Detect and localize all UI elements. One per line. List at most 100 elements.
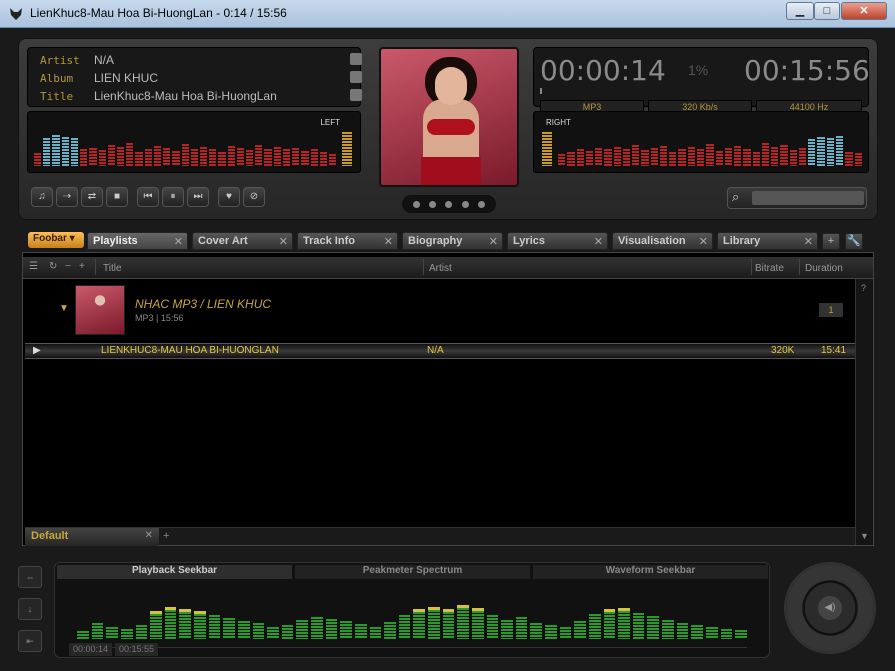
tab-label: Library [723, 235, 761, 247]
column-bitrate[interactable]: Bitrate [755, 263, 784, 274]
album-cover-art[interactable] [379, 47, 519, 187]
tab-label: Visualisation [618, 235, 686, 247]
collapse-triangle-icon[interactable]: ▼ [59, 303, 69, 314]
next-button[interactable]: ⏭ [187, 187, 209, 207]
tab-playback-seekbar[interactable]: Playback Seekbar [57, 565, 293, 579]
artist-icon[interactable] [350, 53, 362, 65]
tab-label: Biography [408, 235, 463, 247]
side-button-start[interactable]: ⇤ [18, 630, 42, 652]
tab-cover-art[interactable]: Cover Art ✕ [192, 232, 293, 250]
tab-close-icon[interactable]: ✕ [384, 235, 393, 248]
pause-button[interactable]: ⏸ [162, 187, 184, 207]
table-row[interactable]: ▶ LIENKHUC8-MAU HOA BI-HUONGLAN N/A 320K… [25, 343, 855, 359]
track-count-badge: 1 [819, 303, 843, 317]
tab-close-icon[interactable]: ✕ [804, 235, 813, 248]
ban-button[interactable]: ⊘ [243, 187, 265, 207]
shuffle-button[interactable]: ⇄ [81, 187, 103, 207]
column-artist[interactable]: Artist [429, 263, 452, 274]
title-bar: LienKhuc8-Mau Hoa Bi-HuongLan - 0:14 / 1… [0, 0, 895, 28]
left-spectrum: LEFT [27, 111, 361, 173]
group-title: NHAC MP3 / LIEN KHUC [135, 297, 272, 311]
playlist-group-header[interactable]: ▼ NHAC MP3 / LIEN KHUC MP3 | 15:56 1 [23, 281, 855, 341]
tab-waveform-seekbar[interactable]: Waveform Seekbar [533, 565, 769, 579]
refresh-icon[interactable]: ↻ [49, 261, 57, 272]
playlist-tab-default[interactable]: Default ✕ [25, 528, 159, 546]
expand-icon[interactable]: + [79, 261, 85, 272]
tab-biography[interactable]: Biography ✕ [402, 232, 503, 250]
tab-close-icon[interactable]: ✕ [594, 235, 603, 248]
group-subtitle: MP3 | 15:56 [135, 313, 184, 323]
elapsed-time: 00:00:14 [540, 54, 666, 87]
tab-close-icon[interactable]: ✕ [279, 235, 288, 248]
right-spectrum: RIGHT [533, 111, 869, 173]
cover-page-dots[interactable] [402, 195, 496, 213]
add-tab-button[interactable]: + [822, 233, 840, 250]
title-value: LienKhuc8-Mau Hoa Bi-HuongLan [94, 89, 277, 103]
love-button[interactable]: ♥ [218, 187, 240, 207]
playlist-tab-bar: Default ✕ + [25, 527, 855, 546]
order-button[interactable]: ⇢ [56, 187, 78, 207]
tab-label: Track Info [303, 235, 355, 247]
time-display: 00:00:14 1% 00:15:56 MP3 320 Kb/s 44100 … [533, 47, 870, 114]
tab-close-icon[interactable]: ✕ [699, 235, 708, 248]
left-vu-meter [342, 132, 352, 166]
menu-icon[interactable]: ☰ [29, 261, 38, 272]
right-spectrum-bars [558, 120, 862, 166]
maximize-button[interactable]: □ [814, 2, 840, 20]
close-button[interactable]: ✕ [841, 2, 887, 20]
tab-peakmeter-spectrum[interactable]: Peakmeter Spectrum [295, 565, 531, 579]
artist-value: N/A [94, 53, 115, 67]
playlist-scrollbar[interactable]: ? ▼ [855, 279, 873, 545]
tab-close-icon[interactable]: ✕ [174, 235, 183, 248]
tab-lyrics[interactable]: Lyrics ✕ [507, 232, 608, 250]
tab-close-icon[interactable]: ✕ [489, 235, 498, 248]
album-label: Album [40, 72, 74, 85]
now-playing-panel: Artist N/A Album LIEN KHUC Title LienKhu… [18, 38, 878, 220]
tab-playlists[interactable]: Playlists ✕ [87, 232, 188, 250]
tab-library[interactable]: Library ✕ [717, 232, 818, 250]
album-value: LIEN KHUC [94, 71, 159, 85]
title-icon[interactable] [350, 89, 362, 101]
track-title: LIENKHUC8-MAU HOA BI-HUONGLAN [101, 345, 279, 356]
progress-marker [540, 88, 542, 94]
artist-label: Artist [40, 54, 80, 67]
window-title: LienKhuc8-Mau Hoa Bi-HuongLan - 0:14 / 1… [30, 6, 287, 20]
group-thumbnail [75, 285, 125, 335]
column-title[interactable]: Title [103, 263, 122, 274]
column-duration[interactable]: Duration [805, 263, 843, 274]
side-button-down[interactable]: ↓ [18, 598, 42, 620]
seekbar-panel: Playback Seekbar Peakmeter Spectrum Wave… [54, 562, 770, 658]
playlist-tab-close-icon[interactable]: ✕ [145, 530, 153, 541]
seek-elapsed: 00:00:14 [69, 643, 113, 656]
play-indicator-icon: ▶ [33, 345, 41, 356]
foobar-app-icon [10, 8, 22, 20]
collapse-icon[interactable]: − [65, 261, 71, 272]
tab-track-info[interactable]: Track Info ✕ [297, 232, 398, 250]
search-icon[interactable]: ⌕ [732, 189, 739, 205]
playlist-tab-label: Default [31, 530, 69, 542]
scroll-down-icon[interactable]: ▼ [860, 531, 869, 541]
playlist-mode-button[interactable]: ♫ [31, 187, 53, 207]
add-playlist-icon[interactable]: + [163, 530, 169, 542]
title-label: Title [40, 90, 74, 103]
search-input[interactable] [752, 191, 864, 205]
album-icon[interactable] [350, 71, 362, 83]
wrench-icon[interactable]: 🔧 [845, 233, 863, 250]
side-button-swap[interactable]: ⇔ [18, 566, 42, 588]
stop-button[interactable]: ■ [106, 187, 128, 207]
seekbar-visualisation[interactable] [77, 599, 747, 639]
track-metadata: Artist N/A Album LIEN KHUC Title LienKhu… [27, 47, 362, 107]
left-spectrum-bars [34, 120, 337, 166]
seek-track[interactable] [77, 647, 747, 648]
previous-button[interactable]: ⏮ [137, 187, 159, 207]
search-box[interactable]: ⌕ [727, 187, 867, 209]
volume-knob[interactable]: ◀) [784, 562, 876, 654]
help-icon[interactable]: ? [861, 283, 866, 293]
playlist-header: ☰ ↻ − + Title Artist Bitrate Duration [23, 257, 873, 279]
total-time: 00:15:56 [744, 54, 870, 87]
transport-controls: ♫ ⇢ ⇄ ■ ⏮ ⏸ ⏭ ♥ ⊘ [31, 187, 265, 209]
tab-visualisation[interactable]: Visualisation ✕ [612, 232, 713, 250]
tab-label: Lyrics [513, 235, 546, 247]
minimize-button[interactable]: ▁ [786, 2, 814, 20]
foobar-menu-button[interactable]: Foobar ▾ [28, 232, 84, 248]
